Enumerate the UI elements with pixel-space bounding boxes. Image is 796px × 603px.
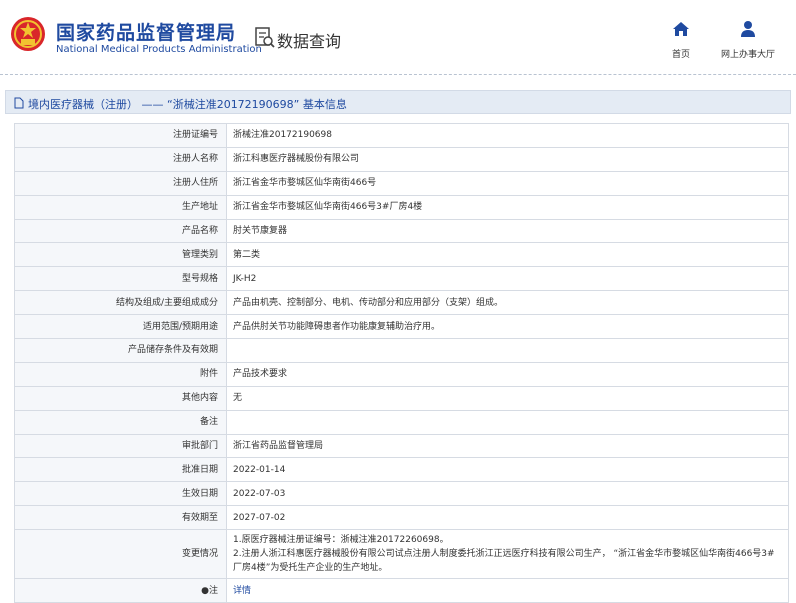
field-value: 浙江科惠医疗器械股份有限公司 bbox=[226, 146, 789, 172]
field-value: 2027-07-02 bbox=[226, 505, 789, 531]
field-label: 结构及组成/主要组成成分 bbox=[14, 290, 227, 316]
dot-icon: ● bbox=[201, 585, 209, 596]
agency-name-en: National Medical Products Administration bbox=[56, 44, 262, 55]
data-query-icon bbox=[255, 27, 275, 48]
table-row: 管理类别 第二类 bbox=[14, 242, 789, 268]
table-row: 生效日期 2022-07-03 bbox=[14, 481, 789, 507]
header-divider bbox=[0, 74, 796, 75]
field-label: 管理类别 bbox=[14, 242, 227, 268]
home-icon bbox=[673, 22, 689, 36]
field-value: 第二类 bbox=[226, 242, 789, 268]
field-label: 其他内容 bbox=[14, 385, 227, 411]
table-row: 其他内容无 bbox=[14, 385, 789, 411]
field-value: 肘关节康复器 bbox=[226, 218, 789, 244]
note-label: 注 bbox=[208, 585, 218, 596]
table-row: 附件 产品技术要求 bbox=[14, 361, 789, 387]
field-value: 浙江省金华市婺城区仙华南街466号 bbox=[226, 170, 789, 196]
field-label: 备注 bbox=[14, 409, 227, 435]
detail-table: 注册证编号 浙械注准20172190698 注册人名称 浙江科惠医疗器械股份有限公司注… bbox=[14, 123, 789, 603]
field-value: 浙江省金华市婺城区仙华南街466号3#厂房4楼 bbox=[226, 194, 789, 220]
document-icon bbox=[14, 97, 24, 109]
field-label: 变更情况 bbox=[14, 529, 227, 580]
table-row: 注册证编号 浙械注准20172190698 bbox=[14, 123, 789, 148]
field-value: JK-H2 bbox=[226, 266, 789, 292]
field-label: 附件 bbox=[14, 361, 227, 387]
field-label: 产品储存条件及有效期 bbox=[14, 338, 227, 363]
section-title-bar: 境内医疗器械（注册） —— “浙械注准20172190698” 基本信息 bbox=[5, 90, 791, 114]
note-value-cell: 详情 bbox=[226, 578, 789, 603]
field-label: 注册人名称 bbox=[14, 146, 227, 172]
nav-home[interactable]: 首页 bbox=[665, 20, 697, 61]
field-label: 注册证编号 bbox=[14, 123, 227, 148]
table-row: 审批部门 浙江省药品监督管理局 bbox=[14, 433, 789, 459]
nav-online-office-label: 网上办事大厅 bbox=[720, 50, 775, 60]
nav-home-label: 首页 bbox=[671, 50, 690, 60]
field-label: 型号规格 bbox=[14, 266, 227, 292]
field-value: 浙江省药品监督管理局 bbox=[226, 433, 789, 459]
field-label: 注册人住所 bbox=[14, 170, 227, 196]
table-row-change: 变更情况 1.原医疗器械注册证编号：浙械注准20172260698。 2.注册人浙江… bbox=[14, 529, 789, 580]
field-label: 生效日期 bbox=[14, 481, 227, 507]
field-label: 批准日期 bbox=[14, 457, 227, 483]
field-value bbox=[226, 338, 789, 363]
field-value bbox=[226, 409, 789, 435]
table-row: 备注 bbox=[14, 409, 789, 435]
field-label: 生产地址 bbox=[14, 194, 227, 220]
field-label: 审批部门 bbox=[14, 433, 227, 459]
field-value: 无 bbox=[226, 385, 789, 411]
table-row: 产品名称 肘关节康复器 bbox=[14, 218, 789, 244]
data-query-title: 数据查询 bbox=[277, 32, 342, 51]
table-row: 适用范围/预期用途 产品供肘关节功能障碍患者作功能康复辅助治疗用。 bbox=[14, 314, 789, 340]
field-value: 产品供肘关节功能障碍患者作功能康复辅助治疗用。 bbox=[226, 314, 789, 340]
national-emblem-icon bbox=[11, 17, 45, 51]
agency-name-cn: 国家药品监督管理局 bbox=[56, 22, 237, 44]
table-row: 产品储存条件及有效期 bbox=[14, 338, 789, 363]
field-label: 适用范围/预期用途 bbox=[14, 314, 227, 340]
table-row: 注册人住所 浙江省金华市婺城区仙华南街466号 bbox=[14, 170, 789, 196]
page-title: 境内医疗器械（注册） —— “浙械注准20172190698” 基本信息 bbox=[28, 98, 347, 111]
details-link[interactable]: 详情 bbox=[233, 586, 251, 596]
change-line: 1.原医疗器械注册证编号：浙械注准20172260698。 bbox=[233, 535, 449, 546]
user-icon bbox=[741, 21, 755, 37]
table-row: 注册人名称 浙江科惠医疗器械股份有限公司 bbox=[14, 146, 789, 172]
table-row: 批准日期 2022-01-14 bbox=[14, 457, 789, 483]
nav-online-office[interactable]: 网上办事大厅 bbox=[716, 20, 780, 61]
field-value: 2022-07-03 bbox=[226, 481, 789, 507]
site-header: 国家药品监督管理局 National Medical Products Admi… bbox=[0, 0, 796, 76]
field-label: 有效期至 bbox=[14, 505, 227, 531]
table-row: 有效期至 2027-07-02 bbox=[14, 505, 789, 531]
field-value: 浙械注准20172190698 bbox=[226, 123, 789, 148]
table-row-note: ●注 详情 bbox=[14, 578, 789, 603]
field-value: 产品技术要求 bbox=[226, 361, 789, 387]
note-label-cell: ●注 bbox=[14, 578, 227, 603]
field-value: 产品由机壳、控制部分、电机、传动部分和应用部分（支架）组成。 bbox=[226, 290, 789, 316]
change-history: 1.原医疗器械注册证编号：浙械注准20172260698。 2.注册人浙江科惠医疗… bbox=[226, 529, 789, 580]
field-label: 产品名称 bbox=[14, 218, 227, 244]
change-line: 2.注册人浙江科惠医疗器械股份有限公司试点注册人制度委托浙江正远医疗科技有限公司… bbox=[233, 549, 775, 574]
table-row: 生产地址 浙江省金华市婺城区仙华南街466号3#厂房4楼 bbox=[14, 194, 789, 220]
field-value: 2022-01-14 bbox=[226, 457, 789, 483]
table-row: 结构及组成/主要组成成分 产品由机壳、控制部分、电机、传动部分和应用部分（支架）组… bbox=[14, 290, 789, 316]
table-row: 型号规格 JK-H2 bbox=[14, 266, 789, 292]
